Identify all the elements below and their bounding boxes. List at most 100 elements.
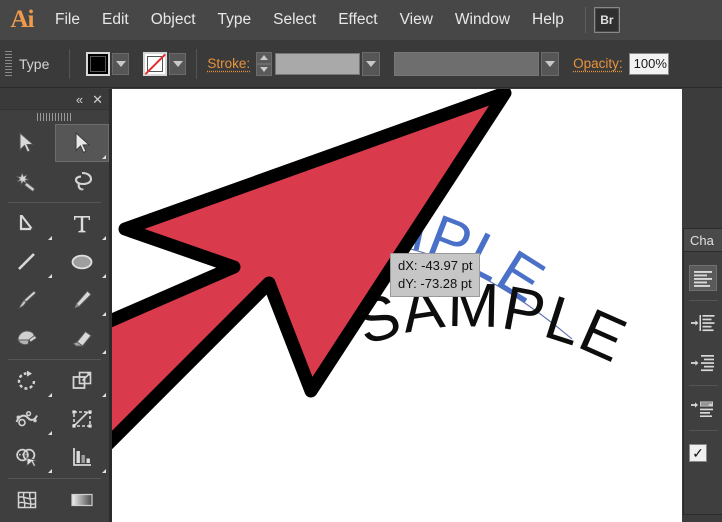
panel-divider-2 (689, 385, 718, 386)
scale-icon (70, 369, 94, 393)
close-icon[interactable]: ✕ (92, 93, 103, 106)
illustrator-logo: Ai (0, 0, 44, 40)
tool-type[interactable] (55, 205, 110, 243)
stroke-swatch-none[interactable] (143, 52, 167, 76)
tool-free-transform[interactable] (55, 400, 110, 438)
options-divider-1 (69, 49, 70, 79)
blob-brush-icon (15, 326, 39, 350)
line-segment-icon (15, 250, 39, 274)
stroke-weight-dropdown-button[interactable] (362, 52, 380, 76)
stroke-profile-field[interactable] (394, 52, 539, 76)
flyout-corner-icon (102, 393, 106, 397)
indent-left-margin-button[interactable] (689, 310, 717, 336)
indent-right-margin-button[interactable] (689, 350, 717, 376)
menu-bar: Ai File Edit Object Type Select Effect V… (0, 0, 722, 40)
tool-pen[interactable] (0, 205, 55, 243)
artboard-canvas[interactable]: SAMPLE SAMPLE (110, 89, 682, 522)
chevron-down-icon (366, 61, 376, 67)
menu-object[interactable]: Object (140, 0, 207, 40)
tool-lasso[interactable] (55, 162, 110, 200)
toolbox-grip[interactable] (0, 110, 109, 124)
stroke-weight-field[interactable] (275, 53, 360, 75)
fill-control[interactable] (86, 52, 129, 76)
chevron-down-icon (545, 61, 555, 67)
tool-direct-selection[interactable] (55, 124, 110, 162)
flyout-corner-icon (48, 274, 52, 278)
chevron-down-icon (260, 67, 268, 72)
character-panel-body: ✓ (684, 252, 722, 473)
fill-dropdown-button[interactable] (112, 53, 129, 75)
first-line-indent-row (689, 388, 722, 428)
stroke-profile-dropdown-button[interactable] (541, 52, 559, 76)
menu-edit[interactable]: Edit (91, 0, 140, 40)
stroke-weight-stepper[interactable] (256, 52, 272, 76)
stroke-color-control[interactable] (143, 52, 186, 76)
menu-type[interactable]: Type (207, 0, 263, 40)
tool-rotate[interactable] (0, 362, 55, 400)
opacity-input[interactable]: 100% (629, 53, 669, 75)
tool-column-graph[interactable] (55, 438, 110, 476)
panel-divider-3 (689, 430, 718, 431)
toolbox-header: « ✕ (0, 89, 109, 110)
hyphenate-checkbox[interactable]: ✓ (689, 444, 707, 462)
rotate-icon (15, 369, 39, 393)
tool-gradient[interactable] (55, 481, 110, 519)
menu-select[interactable]: Select (262, 0, 327, 40)
options-bar-grip[interactable] (5, 51, 12, 77)
tool-blob-brush[interactable] (0, 319, 55, 357)
menu-help[interactable]: Help (521, 0, 575, 40)
tool-divider-2 (8, 359, 101, 360)
tool-scale[interactable] (55, 362, 110, 400)
tool-eraser[interactable] (55, 319, 110, 357)
tool-pencil[interactable] (55, 281, 110, 319)
shape-builder-icon (14, 445, 40, 469)
tool-grid (0, 124, 109, 522)
stroke-swatch-border (147, 56, 163, 72)
artwork-svg: SAMPLE SAMPLE (112, 89, 682, 522)
align-left-button[interactable] (689, 265, 717, 291)
stroke-weight-label[interactable]: Stroke: (207, 56, 250, 71)
character-panel-tab[interactable]: Cha (684, 229, 722, 252)
paragraph-align-row (689, 258, 722, 298)
collapse-icon[interactable]: « (76, 93, 83, 106)
bridge-button[interactable]: Br (594, 7, 620, 33)
flyout-corner-icon (48, 393, 52, 397)
flyout-corner-icon (48, 469, 52, 473)
tool-ellipse[interactable] (55, 243, 110, 281)
tool-width[interactable] (0, 400, 55, 438)
flyout-corner-icon (102, 312, 106, 316)
gradient-icon (69, 488, 95, 512)
tool-selection[interactable] (0, 124, 55, 162)
tool-mesh[interactable] (0, 481, 55, 519)
active-tool-label: Type (19, 56, 49, 72)
tool-divider-1 (8, 202, 101, 203)
stroke-dropdown-button[interactable] (169, 53, 186, 75)
chevron-up-icon (260, 55, 268, 60)
first-line-indent-button[interactable] (689, 395, 717, 421)
tool-paintbrush[interactable] (0, 281, 55, 319)
menu-file[interactable]: File (44, 0, 91, 40)
stepper-up-button[interactable] (256, 52, 272, 64)
selection-arrow-icon (16, 131, 38, 155)
opacity-label[interactable]: Opacity: (573, 56, 623, 71)
flyout-corner-icon (48, 431, 52, 435)
menu-window[interactable]: Window (444, 0, 521, 40)
menu-divider (585, 7, 586, 33)
tool-line-segment[interactable] (0, 243, 55, 281)
tooltip-dy-line: dY: -73.28 pt (398, 275, 472, 293)
stepper-down-button[interactable] (256, 64, 272, 76)
menu-effect[interactable]: Effect (327, 0, 388, 40)
fill-swatch[interactable] (86, 52, 110, 76)
character-panel: Cha ✓ (683, 228, 722, 515)
tool-shape-builder[interactable] (0, 438, 55, 476)
flyout-corner-icon (102, 350, 106, 354)
tool-magic-wand[interactable] (0, 162, 55, 200)
drag-offset-tooltip: dX: -43.97 pt dY: -73.28 pt (390, 253, 480, 297)
direct-selection-arrow-icon (71, 131, 93, 155)
pen-nib-icon (15, 212, 39, 236)
toolbox-panel: « ✕ (0, 89, 110, 522)
indent-right-row (689, 343, 722, 383)
hyphenate-row: ✓ (689, 433, 722, 473)
illustrator-window: Ai File Edit Object Type Select Effect V… (0, 0, 722, 522)
menu-view[interactable]: View (389, 0, 444, 40)
